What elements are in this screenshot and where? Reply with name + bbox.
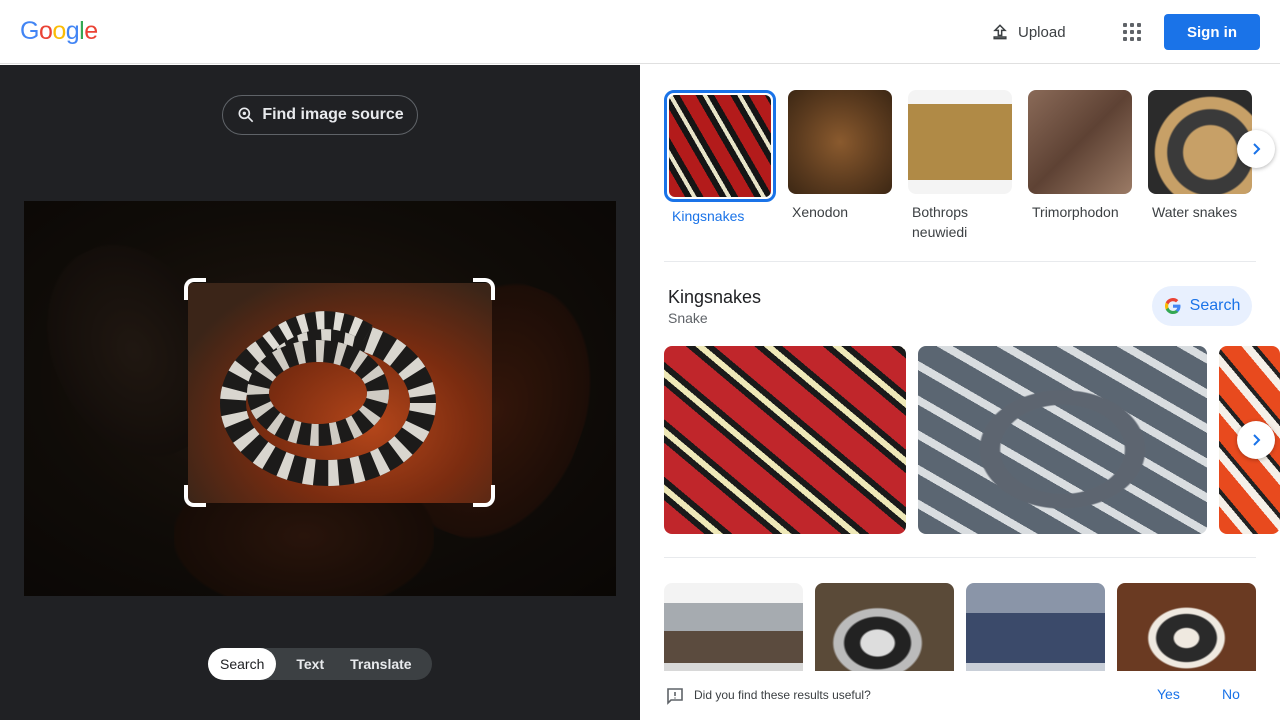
image-preview-panel: Find image source Search Text Translate	[0, 65, 640, 720]
result-image[interactable]	[664, 583, 803, 683]
chevron-right-icon	[1253, 434, 1261, 446]
match-label: Xenodon	[792, 204, 849, 220]
crop-selection[interactable]	[188, 283, 492, 503]
feedback-no-button[interactable]: No	[1222, 686, 1240, 702]
entity-subtitle: Snake	[668, 310, 708, 326]
snake-picture	[220, 311, 436, 486]
section-divider	[664, 557, 1256, 558]
apps-grid-icon[interactable]	[1118, 18, 1146, 46]
entity-title: Kingsnakes	[668, 287, 762, 307]
mode-switcher: Search Text Translate	[208, 648, 432, 680]
google-g-icon	[1164, 298, 1181, 314]
sign-in-button[interactable]: Sign in	[1164, 14, 1260, 50]
match-thumbnail	[664, 90, 776, 202]
upload-icon	[993, 24, 1007, 40]
crop-corner-handle[interactable]	[184, 485, 206, 507]
logo-letter: o	[52, 17, 66, 45]
match-label: Bothrops neuwiedi	[912, 204, 969, 240]
section-divider	[664, 261, 1256, 262]
logo-letter: G	[20, 17, 39, 45]
match-chip-trimorphodon[interactable]: Trimorphodon	[1028, 90, 1132, 222]
upload-label: Upload	[1018, 23, 1066, 41]
upload-button[interactable]: Upload	[990, 19, 1066, 45]
feedback-yes-button[interactable]: Yes	[1157, 686, 1180, 702]
feedback-icon	[667, 688, 683, 705]
find-image-source-label: Find image source	[262, 106, 404, 123]
carousel-next-button[interactable]	[1237, 421, 1275, 459]
match-thumbnail	[788, 90, 892, 194]
find-image-source-button[interactable]: Find image source	[222, 95, 418, 135]
match-chip-bothrops-neuwiedi[interactable]: Bothrops neuwiedi	[908, 90, 1012, 242]
feedback-bar: Did you find these results useful? Yes N…	[640, 671, 1280, 720]
lens-search-icon	[238, 107, 254, 123]
feedback-question: Did you find these results useful?	[694, 688, 871, 702]
logo-letter: e	[84, 17, 98, 45]
match-chip-water-snakes[interactable]: Water snakes	[1148, 90, 1252, 222]
logo-letter: o	[38, 17, 53, 45]
result-image[interactable]	[918, 346, 1207, 534]
result-image[interactable]	[966, 583, 1105, 683]
match-label: Kingsnakes	[672, 208, 745, 224]
search-label: Search	[1189, 297, 1241, 314]
crop-corner-handle[interactable]	[473, 278, 495, 300]
crop-corner-handle[interactable]	[184, 278, 206, 300]
match-label: Water snakes	[1152, 204, 1238, 220]
logo-letter: g	[65, 17, 80, 45]
tab-text[interactable]: Text	[276, 648, 338, 680]
crop-corner-handle[interactable]	[473, 485, 495, 507]
tab-translate[interactable]: Translate	[338, 648, 423, 680]
google-search-button[interactable]: Search	[1152, 286, 1252, 326]
match-thumbnail	[908, 90, 1012, 194]
result-image[interactable]	[1117, 583, 1256, 683]
chevron-right-icon	[1253, 143, 1261, 155]
match-chip-kingsnakes[interactable]: Kingsnakes	[664, 90, 776, 226]
top-bar: Google Upload Sign in	[0, 0, 1280, 64]
match-chip-xenodon[interactable]: Xenodon	[788, 90, 892, 222]
tab-search[interactable]: Search	[208, 648, 277, 680]
match-thumbnail	[1148, 90, 1252, 194]
google-logo[interactable]: Google	[20, 17, 98, 46]
result-image[interactable]	[815, 583, 954, 683]
match-thumbnail	[1028, 90, 1132, 194]
result-image[interactable]	[664, 346, 906, 534]
results-panel: Kingsnakes Xenodon Bothrops neuwiedi Tri…	[640, 65, 1280, 720]
visual-matches-carousel: Kingsnakes Xenodon Bothrops neuwiedi Tri…	[664, 90, 1264, 250]
match-label: Trimorphodon	[1032, 204, 1119, 220]
carousel-next-button[interactable]	[1237, 130, 1275, 168]
